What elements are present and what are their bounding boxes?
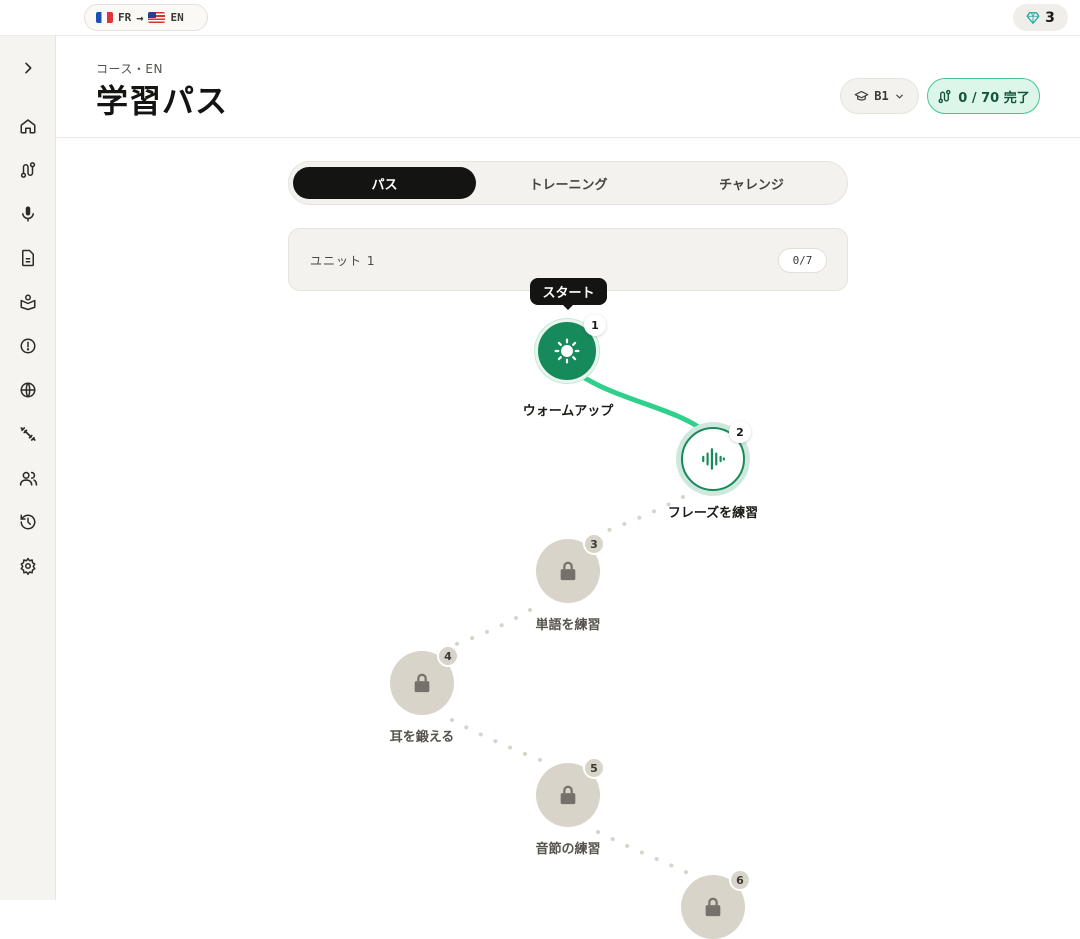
- lesson-number-badge: 3: [583, 533, 605, 555]
- lesson-label: ウォームアップ: [522, 404, 614, 419]
- start-tag: スタート: [530, 278, 607, 310]
- lesson-label: 単語を練習: [535, 618, 601, 633]
- lesson-number-badge: 4: [437, 645, 459, 667]
- lock-icon: [560, 785, 576, 805]
- lock-icon: [560, 561, 576, 581]
- lesson-label: 音節の練習: [535, 842, 601, 857]
- waveform-icon: [702, 448, 725, 470]
- lesson-number-badge: 5: [583, 757, 605, 779]
- lesson-label: フレーズを練習: [667, 506, 759, 521]
- sun-icon: [554, 338, 580, 364]
- lesson-number-badge: 2: [729, 421, 751, 443]
- lock-icon: [705, 897, 721, 917]
- path-connectors: [443, 375, 708, 876]
- lesson-number-badge: 1: [584, 314, 606, 336]
- lesson-number-badge: 6: [729, 869, 751, 891]
- lock-icon: [414, 673, 430, 693]
- lesson-label: 耳を鍛える: [389, 730, 455, 745]
- lesson-path: スタート 1 ウォームアップ 2 フレーズを練習 3 単語を練習 4 耳を鍛える…: [0, 0, 1080, 939]
